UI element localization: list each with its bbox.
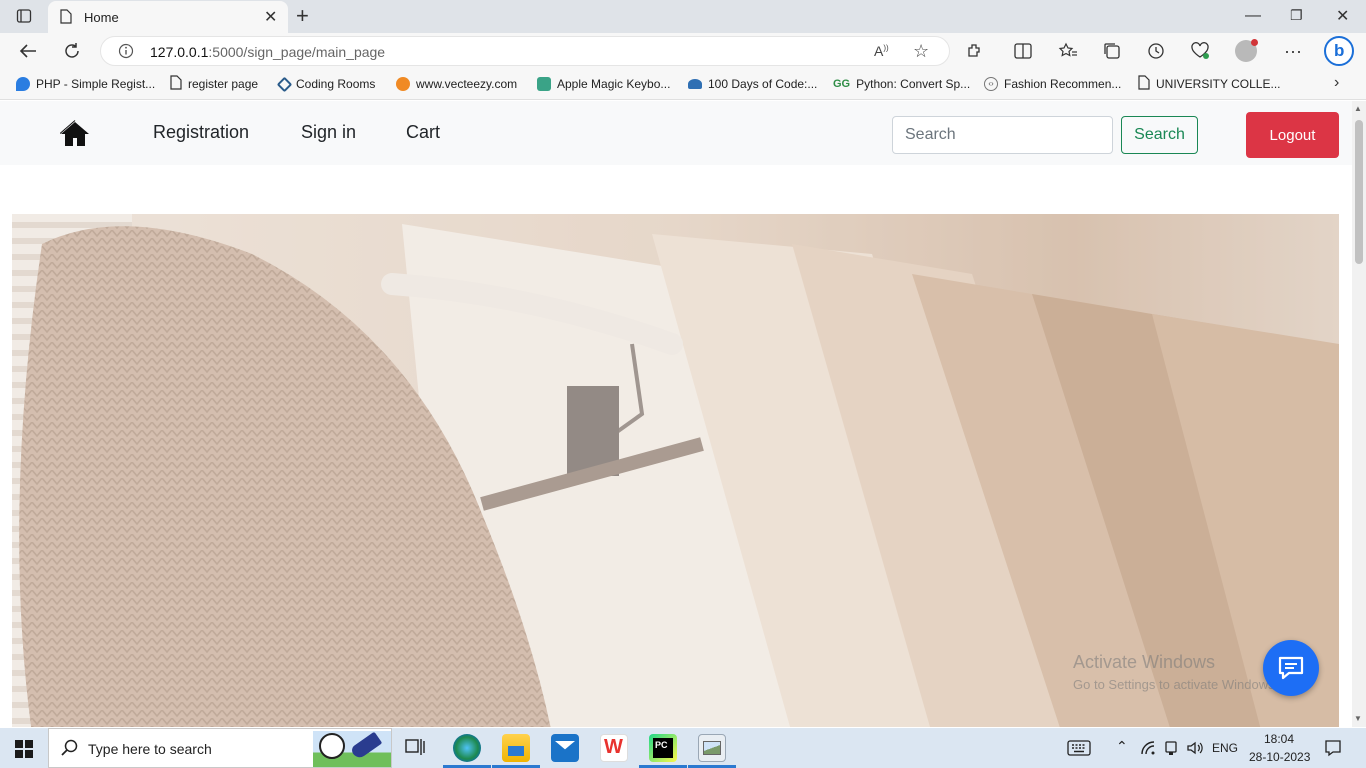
taskbar-search-box[interactable]: Type here to search [48,728,392,768]
bookmark-item[interactable]: Apple Magic Keybo... [537,75,670,93]
wps-office-icon[interactable]: W [600,734,628,762]
extensions-icon[interactable] [965,41,985,61]
apple-magic-icon [537,77,551,91]
php-icon [16,77,30,91]
web-page: Registration Sign in Cart Search Logout [0,101,1352,727]
site-navbar: Registration Sign in Cart Search Logout [0,101,1352,165]
read-aloud-icon[interactable]: A)) [874,43,889,59]
bookmark-label: 100 Days of Code:... [708,77,818,91]
home-icon[interactable] [59,120,90,153]
tata-icon [688,79,702,89]
page-icon [170,75,182,93]
bookmark-item[interactable]: 100 Days of Code:... [688,75,817,93]
refresh-icon[interactable] [62,41,82,61]
site-info-icon[interactable] [118,43,134,64]
bookmark-label: Apple Magic Keybo... [557,77,671,91]
scroll-up-arrow-icon[interactable]: ▲ [1354,104,1362,113]
url-text[interactable]: 127.0.0.1:5000/sign_page/main_page [150,44,385,60]
code-icon: ‹› [984,77,998,91]
bookmark-label: www.vecteezy.com [416,77,518,91]
back-icon[interactable] [18,41,38,61]
search-input[interactable] [892,116,1113,154]
task-view-icon[interactable] [404,737,426,762]
nav-link-cart[interactable]: Cart [406,122,440,143]
bookmark-item[interactable]: PHP - Simple Regist... [16,75,155,93]
history-icon[interactable] [1146,41,1166,61]
favorite-star-icon[interactable]: ☆ [913,41,929,62]
notification-dot [1251,39,1258,46]
favorites-icon[interactable] [1058,41,1078,61]
bookmark-label: Coding Rooms [296,77,376,91]
restore-icon[interactable]: ❐ [1290,7,1303,24]
watermark-subtitle: Go to Settings to activate Windows. [1073,677,1279,692]
chat-icon [1277,655,1305,686]
url-path: :5000/sign_page/main_page [208,44,386,60]
network-icon[interactable] [1140,740,1156,761]
browser-tab-strip: Home ✕ + — ❐ ✕ [0,0,1366,33]
chat-button[interactable] [1263,640,1319,696]
coding-rooms-icon [276,76,293,92]
notifications-icon[interactable] [1324,739,1342,762]
activate-windows-watermark: Activate Windows Go to Settings to activ… [1073,652,1278,692]
bookmark-item[interactable]: ‹› Fashion Recommen... [984,75,1121,93]
tab-title: Home [84,10,119,25]
logout-button[interactable]: Logout [1246,112,1339,158]
keyboard-icon[interactable] [1067,740,1091,761]
collections-icon[interactable] [1102,41,1122,61]
edge-app-icon[interactable] [453,734,481,762]
vecteezy-icon [396,77,410,91]
more-menu-icon[interactable]: ··· [1284,41,1302,62]
show-hidden-icons-chevron-icon[interactable]: ⌃ [1116,738,1128,755]
bing-copilot-icon[interactable]: b [1324,36,1354,66]
minimize-icon[interactable]: — [1245,7,1261,25]
bookmark-label: register page [188,77,259,91]
mail-icon[interactable] [551,734,579,762]
scroll-down-arrow-icon[interactable]: ▼ [1354,714,1362,723]
device-icon[interactable] [1163,740,1179,761]
search-button[interactable]: Search [1121,116,1198,154]
profile-avatar[interactable] [1235,39,1258,62]
language-indicator[interactable]: ENG [1212,741,1238,755]
address-bar[interactable]: 127.0.0.1:5000/sign_page/main_page A)) ☆ [100,36,950,66]
close-window-icon[interactable]: ✕ [1336,6,1349,26]
close-tab-icon[interactable]: ✕ [264,7,277,27]
file-explorer-icon[interactable] [502,734,530,762]
hero-image [12,214,1339,727]
soccer-highlight-icon [313,731,391,767]
bookmark-label: UNIVERSITY COLLE... [1156,77,1281,91]
bookmark-label: Python: Convert Sp... [856,77,971,91]
watermark-title: Activate Windows [1073,652,1216,672]
bookmark-item[interactable]: register page [170,75,258,93]
url-host: 127.0.0.1 [150,44,209,60]
page-icon [1138,75,1150,93]
bookmark-item[interactable]: Coding Rooms [276,75,376,93]
gfg-icon: GG [833,78,851,90]
image-viewer-icon[interactable] [698,734,726,762]
taskbar-search-placeholder: Type here to search [88,741,212,757]
page-icon [60,9,72,29]
bookmark-item[interactable]: UNIVERSITY COLLE... [1138,75,1280,93]
volume-icon[interactable] [1186,740,1204,761]
bookmark-item[interactable]: GG Python: Convert Sp... [833,75,970,93]
nav-link-registration[interactable]: Registration [153,122,249,143]
clock-time[interactable]: 18:04 [1264,732,1294,746]
scrollbar-thumb[interactable] [1355,120,1363,264]
bookmark-label: PHP - Simple Regist... [36,77,156,91]
split-screen-icon[interactable] [1013,41,1033,61]
bookmarks-overflow-chevron-icon[interactable]: › [1334,74,1339,92]
browser-essentials-icon[interactable] [1190,41,1210,61]
bookmark-item[interactable]: www.vecteezy.com [396,75,517,93]
bookmark-label: Fashion Recommen... [1004,77,1122,91]
new-tab-icon[interactable]: + [296,3,309,29]
search-icon [61,739,79,762]
tab-home[interactable]: Home ✕ [48,1,288,33]
clock-date[interactable]: 28-10-2023 [1249,750,1310,764]
windows-start-icon[interactable] [15,740,33,763]
tab-actions-icon[interactable] [14,6,34,26]
nav-link-sign-in[interactable]: Sign in [301,122,356,143]
pycharm-icon[interactable]: PC [649,734,677,762]
